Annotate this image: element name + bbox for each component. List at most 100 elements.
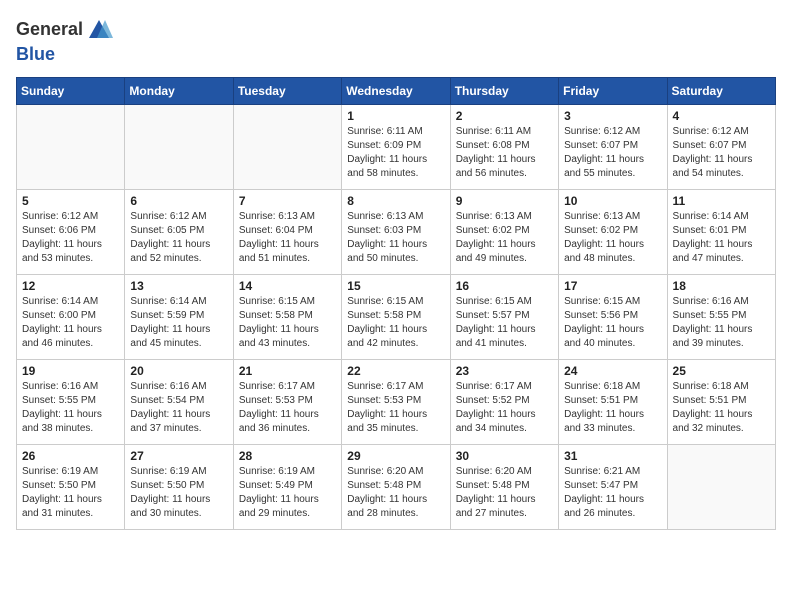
calendar-week-row: 12 Sunrise: 6:14 AMSunset: 6:00 PMDayligh… — [17, 275, 776, 360]
day-info: Sunrise: 6:21 AMSunset: 5:47 PMDaylight:… — [564, 465, 661, 521]
weekday-header: Monday — [125, 78, 233, 105]
day-number: 17 — [564, 279, 661, 293]
calendar-header-row: SundayMondayTuesdayWednesdayThursdayFrid… — [17, 78, 776, 105]
calendar-day-cell: 18 Sunrise: 6:16 AMSunset: 5:55 PMDayligh… — [667, 275, 775, 360]
day-info: Sunrise: 6:13 AMSunset: 6:02 PMDaylight:… — [456, 210, 553, 266]
calendar-day-cell: 8 Sunrise: 6:13 AMSunset: 6:03 PMDaylight… — [342, 190, 450, 275]
day-info: Sunrise: 6:13 AMSunset: 6:04 PMDaylight:… — [239, 210, 336, 266]
day-number: 11 — [673, 194, 770, 208]
weekday-header: Wednesday — [342, 78, 450, 105]
day-info: Sunrise: 6:15 AMSunset: 5:57 PMDaylight:… — [456, 295, 553, 351]
day-info: Sunrise: 6:13 AMSunset: 6:03 PMDaylight:… — [347, 210, 444, 266]
day-info: Sunrise: 6:15 AMSunset: 5:56 PMDaylight:… — [564, 295, 661, 351]
day-number: 12 — [22, 279, 119, 293]
calendar-day-cell: 15 Sunrise: 6:15 AMSunset: 5:58 PMDayligh… — [342, 275, 450, 360]
day-number: 31 — [564, 449, 661, 463]
day-number: 1 — [347, 109, 444, 123]
day-number: 30 — [456, 449, 553, 463]
calendar-day-cell: 21 Sunrise: 6:17 AMSunset: 5:53 PMDayligh… — [233, 360, 341, 445]
day-number: 28 — [239, 449, 336, 463]
day-number: 13 — [130, 279, 227, 293]
day-info: Sunrise: 6:13 AMSunset: 6:02 PMDaylight:… — [564, 210, 661, 266]
day-info: Sunrise: 6:12 AMSunset: 6:07 PMDaylight:… — [564, 125, 661, 181]
day-info: Sunrise: 6:14 AMSunset: 5:59 PMDaylight:… — [130, 295, 227, 351]
calendar-day-cell: 13 Sunrise: 6:14 AMSunset: 5:59 PMDayligh… — [125, 275, 233, 360]
day-number: 21 — [239, 364, 336, 378]
page-header: General Blue — [16, 16, 776, 65]
calendar-day-cell: 6 Sunrise: 6:12 AMSunset: 6:05 PMDaylight… — [125, 190, 233, 275]
day-number: 2 — [456, 109, 553, 123]
day-number: 8 — [347, 194, 444, 208]
day-number: 18 — [673, 279, 770, 293]
day-info: Sunrise: 6:17 AMSunset: 5:53 PMDaylight:… — [239, 380, 336, 436]
day-info: Sunrise: 6:19 AMSunset: 5:49 PMDaylight:… — [239, 465, 336, 521]
day-number: 26 — [22, 449, 119, 463]
calendar-day-cell: 2Sunrise: 6:11 AMSunset: 6:08 PMDaylight… — [450, 105, 558, 190]
day-info: Sunrise: 6:16 AMSunset: 5:54 PMDaylight:… — [130, 380, 227, 436]
day-number: 29 — [347, 449, 444, 463]
day-number: 23 — [456, 364, 553, 378]
calendar-day-cell: 10Sunrise: 6:13 AMSunset: 6:02 PMDayligh… — [559, 190, 667, 275]
weekday-header: Saturday — [667, 78, 775, 105]
calendar-day-cell: 29 Sunrise: 6:20 AMSunset: 5:48 PMDayligh… — [342, 445, 450, 530]
day-info: Sunrise: 6:15 AMSunset: 5:58 PMDaylight:… — [347, 295, 444, 351]
calendar-day-cell: 24 Sunrise: 6:18 AMSunset: 5:51 PMDayligh… — [559, 360, 667, 445]
day-number: 19 — [22, 364, 119, 378]
day-info: Sunrise: 6:12 AMSunset: 6:05 PMDaylight:… — [130, 210, 227, 266]
weekday-header: Friday — [559, 78, 667, 105]
calendar-day-cell: 25Sunrise: 6:18 AMSunset: 5:51 PMDayligh… — [667, 360, 775, 445]
calendar-day-cell: 1 Sunrise: 6:11 AMSunset: 6:09 PMDaylight… — [342, 105, 450, 190]
day-number: 3 — [564, 109, 661, 123]
day-info: Sunrise: 6:16 AMSunset: 5:55 PMDaylight:… — [673, 295, 770, 351]
calendar-day-cell: 19 Sunrise: 6:16 AMSunset: 5:55 PMDayligh… — [17, 360, 125, 445]
calendar-day-cell: 16 Sunrise: 6:15 AMSunset: 5:57 PMDayligh… — [450, 275, 558, 360]
calendar-day-cell: 31 Sunrise: 6:21 AMSunset: 5:47 PMDayligh… — [559, 445, 667, 530]
calendar-day-cell: 28 Sunrise: 6:19 AMSunset: 5:49 PMDayligh… — [233, 445, 341, 530]
calendar-week-row: 26 Sunrise: 6:19 AMSunset: 5:50 PMDayligh… — [17, 445, 776, 530]
day-info: Sunrise: 6:20 AMSunset: 5:48 PMDaylight:… — [456, 465, 553, 521]
calendar-day-cell: 26Sunrise: 6:19 AMSunset: 5:50 PMDayligh… — [17, 445, 125, 530]
day-number: 14 — [239, 279, 336, 293]
calendar-day-cell — [125, 105, 233, 190]
calendar-day-cell: 3 Sunrise: 6:12 AMSunset: 6:07 PMDaylight… — [559, 105, 667, 190]
calendar-day-cell: 11 Sunrise: 6:14 AMSunset: 6:01 PMDayligh… — [667, 190, 775, 275]
calendar-day-cell: 23Sunrise: 6:17 AMSunset: 5:52 PMDayligh… — [450, 360, 558, 445]
calendar-day-cell: 4Sunrise: 6:12 AMSunset: 6:07 PMDaylight… — [667, 105, 775, 190]
day-number: 20 — [130, 364, 227, 378]
logo-blue: Blue — [16, 44, 55, 64]
day-info: Sunrise: 6:20 AMSunset: 5:48 PMDaylight:… — [347, 465, 444, 521]
day-number: 15 — [347, 279, 444, 293]
logo-general: General — [16, 19, 83, 39]
day-number: 5 — [22, 194, 119, 208]
day-info: Sunrise: 6:11 AMSunset: 6:09 PMDaylight:… — [347, 125, 444, 181]
calendar-day-cell — [17, 105, 125, 190]
calendar-week-row: 1 Sunrise: 6:11 AMSunset: 6:09 PMDaylight… — [17, 105, 776, 190]
day-info: Sunrise: 6:18 AMSunset: 5:51 PMDaylight:… — [673, 380, 770, 436]
day-info: Sunrise: 6:15 AMSunset: 5:58 PMDaylight:… — [239, 295, 336, 351]
day-number: 9 — [456, 194, 553, 208]
calendar-day-cell — [233, 105, 341, 190]
calendar-day-cell: 27 Sunrise: 6:19 AMSunset: 5:50 PMDayligh… — [125, 445, 233, 530]
calendar-day-cell — [667, 445, 775, 530]
day-number: 16 — [456, 279, 553, 293]
day-info: Sunrise: 6:17 AMSunset: 5:53 PMDaylight:… — [347, 380, 444, 436]
calendar-table: SundayMondayTuesdayWednesdayThursdayFrid… — [16, 77, 776, 530]
calendar-day-cell: 17 Sunrise: 6:15 AMSunset: 5:56 PMDayligh… — [559, 275, 667, 360]
weekday-header: Thursday — [450, 78, 558, 105]
day-number: 7 — [239, 194, 336, 208]
day-info: Sunrise: 6:19 AMSunset: 5:50 PMDaylight:… — [130, 465, 227, 521]
weekday-header: Tuesday — [233, 78, 341, 105]
calendar-day-cell: 14 Sunrise: 6:15 AMSunset: 5:58 PMDayligh… — [233, 275, 341, 360]
calendar-week-row: 19 Sunrise: 6:16 AMSunset: 5:55 PMDayligh… — [17, 360, 776, 445]
day-number: 27 — [130, 449, 227, 463]
day-info: Sunrise: 6:18 AMSunset: 5:51 PMDaylight:… — [564, 380, 661, 436]
day-info: Sunrise: 6:14 AMSunset: 6:00 PMDaylight:… — [22, 295, 119, 351]
day-info: Sunrise: 6:14 AMSunset: 6:01 PMDaylight:… — [673, 210, 770, 266]
calendar-day-cell: 30 Sunrise: 6:20 AMSunset: 5:48 PMDayligh… — [450, 445, 558, 530]
day-number: 24 — [564, 364, 661, 378]
day-info: Sunrise: 6:12 AMSunset: 6:07 PMDaylight:… — [673, 125, 770, 181]
day-info: Sunrise: 6:16 AMSunset: 5:55 PMDaylight:… — [22, 380, 119, 436]
day-number: 6 — [130, 194, 227, 208]
logo-icon — [85, 16, 113, 44]
calendar-day-cell: 7 Sunrise: 6:13 AMSunset: 6:04 PMDaylight… — [233, 190, 341, 275]
